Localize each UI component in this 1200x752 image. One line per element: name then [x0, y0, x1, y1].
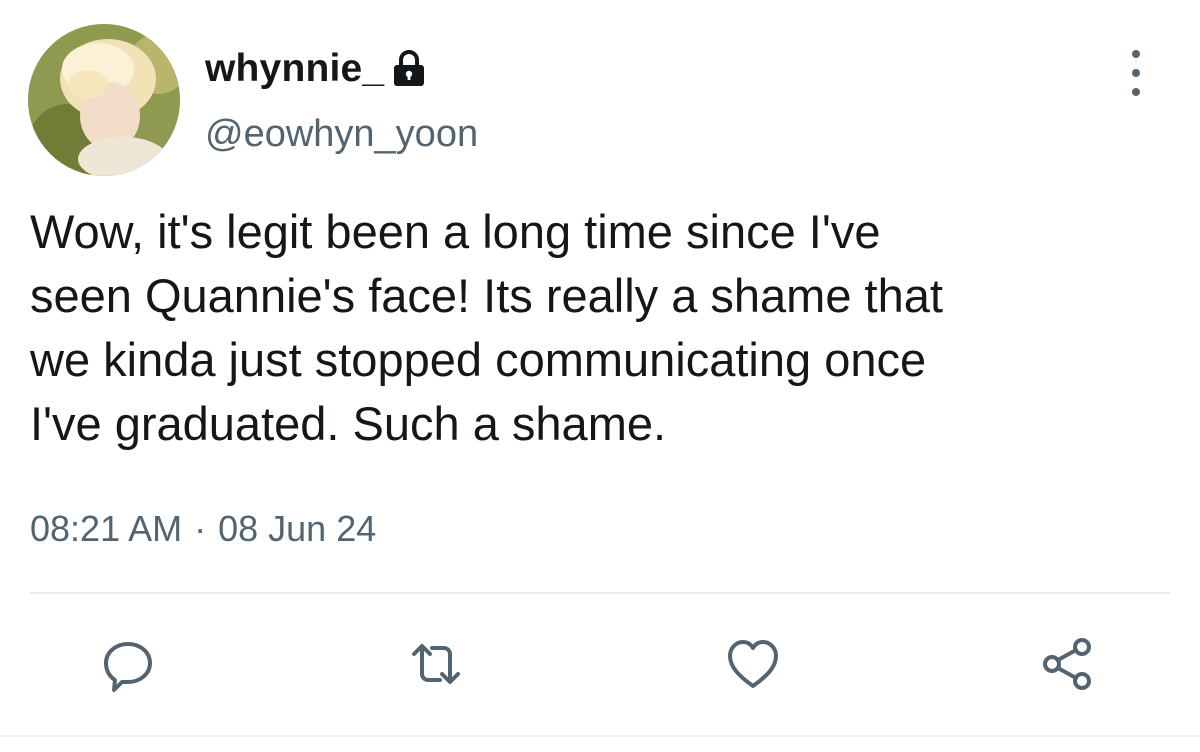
heart-icon — [728, 640, 778, 688]
more-dot — [1132, 69, 1140, 77]
more-vertical-icon[interactable] — [1118, 50, 1154, 96]
display-name[interactable]: whynnie_ — [205, 47, 384, 91]
like-button[interactable] — [725, 636, 781, 692]
more-dot — [1132, 50, 1140, 58]
tweet-card: whynnie_ @eowhyn_yoon Wow, it's legit be… — [0, 0, 1200, 752]
bottom-divider — [0, 735, 1200, 737]
share-icon — [1043, 638, 1091, 690]
more-dot — [1132, 88, 1140, 96]
reply-button[interactable] — [100, 636, 156, 692]
avatar[interactable] — [28, 24, 180, 176]
divider — [30, 592, 1170, 594]
reply-icon — [104, 642, 152, 692]
timestamp-separator: · — [194, 508, 207, 549]
tweet-timestamp[interactable]: 08:21 AM · 08 Jun 24 — [30, 508, 376, 550]
tweet-date: 08 Jun 24 — [218, 508, 377, 549]
retweet-button[interactable] — [408, 636, 464, 692]
display-name-row: whynnie_ — [205, 40, 426, 98]
share-button[interactable] — [1040, 636, 1096, 692]
user-handle[interactable]: @eowhyn_yoon — [205, 113, 478, 156]
tweet-text: Wow, it's legit been a long time since I… — [30, 205, 943, 450]
retweet-icon — [412, 644, 460, 684]
avatar-image — [28, 24, 180, 176]
lock-icon — [392, 50, 426, 88]
tweet-time: 08:21 AM — [30, 508, 183, 549]
